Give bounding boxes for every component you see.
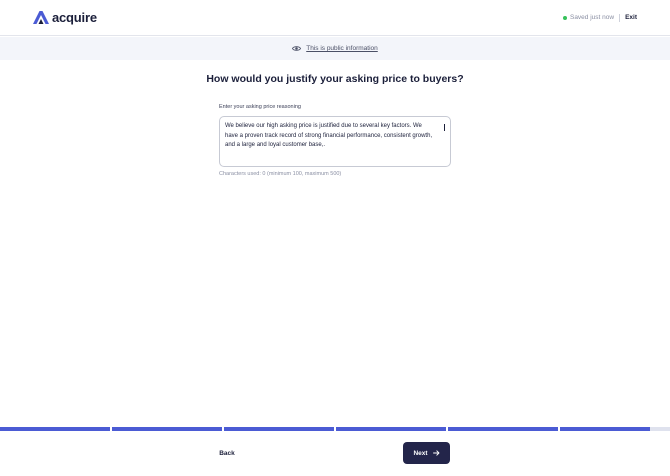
header-actions: Saved just now Exit [562,13,637,22]
page: acquire Saved just now Exit This is publ… [0,0,670,476]
progress-segment [560,427,670,431]
public-info-link[interactable]: This is public information [306,45,378,52]
next-button[interactable]: Next [403,442,450,464]
progress-segment [448,427,558,431]
logo-text: acquire [52,10,97,25]
page-title: How would you justify your asking price … [206,73,464,85]
header-divider [619,13,621,22]
saved-status: Saved just now [569,14,615,21]
progress-segment-fill [224,427,334,431]
textarea-value: We believe our high asking price is just… [225,123,433,148]
top-header: acquire Saved just now Exit [0,0,670,36]
arrow-right-icon [432,450,439,456]
progress-bar [0,427,670,431]
progress-segment-fill [112,427,222,431]
progress-segment-fill [560,427,651,431]
progress-segment-fill [0,427,110,431]
progress-segment-fill [336,427,446,431]
next-label: Next [413,449,428,457]
progress-segment [112,427,222,431]
reasoning-textarea[interactable]: We believe our high asking price is just… [219,116,451,167]
exit-link[interactable]: Exit [625,14,637,21]
logo-mark-icon [33,11,49,24]
acquire-logo[interactable]: acquire [33,10,97,25]
character-count: Characters used: 0 (minimum 100, maximum… [219,171,342,177]
eye-icon [292,46,302,51]
field-label: Enter your asking price reasoning [219,104,301,110]
text-cursor [444,124,445,131]
saved-status-dot [562,15,567,20]
progress-segment [336,427,446,431]
progress-segment [224,427,334,431]
public-info-banner: This is public information [0,37,670,60]
progress-segment [0,427,110,431]
back-button[interactable]: Back [212,446,242,460]
progress-segment-fill [448,427,558,431]
